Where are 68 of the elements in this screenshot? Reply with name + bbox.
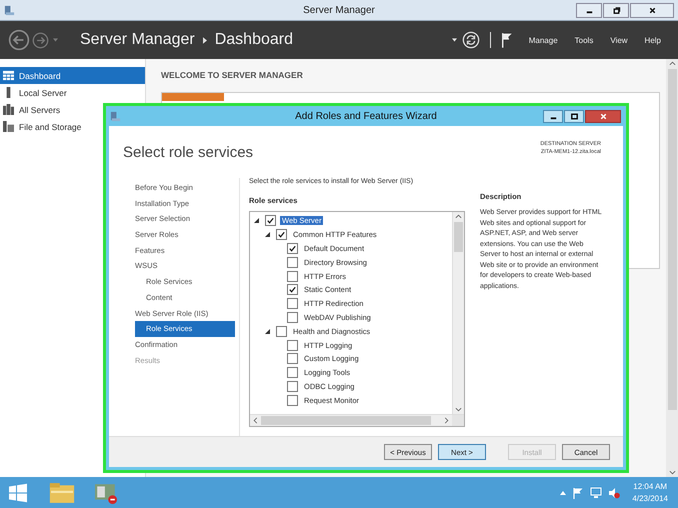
checkbox[interactable] — [287, 380, 298, 392]
sidebar-item[interactable]: Dashboard — [0, 67, 145, 84]
grid-icon — [3, 70, 14, 81]
scrollbar[interactable] — [250, 414, 464, 426]
breadcrumb-item[interactable]: Dashboard — [214, 31, 293, 49]
storage-icon — [3, 121, 14, 132]
menu-item[interactable]: Tools — [574, 36, 594, 44]
scroll-down-icon[interactable] — [668, 470, 676, 475]
checkbox[interactable] — [276, 229, 287, 240]
menu-item[interactable]: Help — [644, 36, 661, 44]
scroll-thumb[interactable] — [261, 416, 431, 425]
close-icon — [648, 6, 656, 14]
window-title: Add Roles and Features Wizard — [294, 110, 438, 122]
checkbox[interactable] — [287, 312, 298, 323]
sidebar-item[interactable]: All Servers — [0, 101, 64, 118]
dropdown-icon[interactable] — [452, 38, 457, 42]
speaker-icon[interactable] — [608, 486, 620, 498]
checkbox[interactable] — [287, 353, 298, 364]
forward-icon[interactable] — [32, 32, 49, 48]
servers-icon — [3, 104, 14, 115]
app-icon — [4, 4, 15, 16]
scroll-thumb[interactable] — [454, 222, 463, 252]
back-icon[interactable] — [8, 29, 30, 51]
close-icon — [598, 112, 608, 120]
refresh-icon[interactable] — [462, 31, 480, 49]
checkbox[interactable] — [287, 256, 298, 268]
checkbox[interactable] — [276, 326, 287, 337]
checkbox[interactable] — [287, 394, 298, 406]
scrollbar-corner — [452, 415, 464, 426]
checkbox[interactable] — [287, 298, 298, 310]
scroll-up-icon[interactable] — [668, 61, 676, 66]
expand-icon[interactable] — [254, 218, 259, 224]
expand-icon[interactable] — [265, 328, 270, 334]
checkbox[interactable] — [287, 340, 298, 351]
flag-icon[interactable] — [500, 32, 513, 48]
checkbox[interactable] — [287, 284, 298, 296]
maximize-button[interactable] — [564, 110, 584, 122]
separator-icon — [202, 36, 207, 44]
start-icon[interactable] — [8, 482, 28, 502]
scroll-left-icon[interactable] — [253, 417, 258, 424]
show-hidden-icon[interactable] — [560, 490, 566, 494]
checkbox[interactable] — [287, 367, 298, 378]
checkbox[interactable] — [265, 215, 276, 226]
scroll-right-icon[interactable] — [444, 417, 449, 424]
window-title: Server Manager — [302, 4, 376, 16]
checkbox[interactable] — [287, 242, 298, 254]
checkbox[interactable] — [287, 270, 298, 282]
scroll-thumb[interactable] — [668, 69, 676, 410]
minimize-button[interactable] — [543, 110, 563, 122]
sidebar-item[interactable]: Local Server — [0, 84, 71, 101]
scroll-down-icon[interactable] — [455, 407, 462, 412]
expand-icon[interactable] — [265, 232, 270, 238]
app-icon — [110, 110, 121, 122]
close-button[interactable] — [630, 2, 674, 18]
menu-item[interactable]: View — [610, 36, 628, 44]
scrollbar[interactable] — [666, 59, 678, 477]
section-heading: WELCOME TO SERVER MANAGER — [161, 70, 304, 80]
restore-button[interactable] — [603, 2, 629, 18]
scrollbar[interactable] — [452, 212, 464, 414]
maximize-icon — [570, 112, 578, 120]
restore-icon — [612, 6, 620, 14]
network-icon[interactable] — [590, 486, 602, 498]
page-heading: Select role services — [123, 144, 254, 163]
scroll-up-icon[interactable] — [455, 214, 462, 219]
menu-item[interactable]: Manage — [528, 36, 558, 44]
close-button[interactable] — [585, 110, 621, 122]
breadcrumb-item[interactable]: Server Manager — [80, 31, 195, 49]
sidebar-item[interactable]: File and Storage — [0, 118, 86, 135]
